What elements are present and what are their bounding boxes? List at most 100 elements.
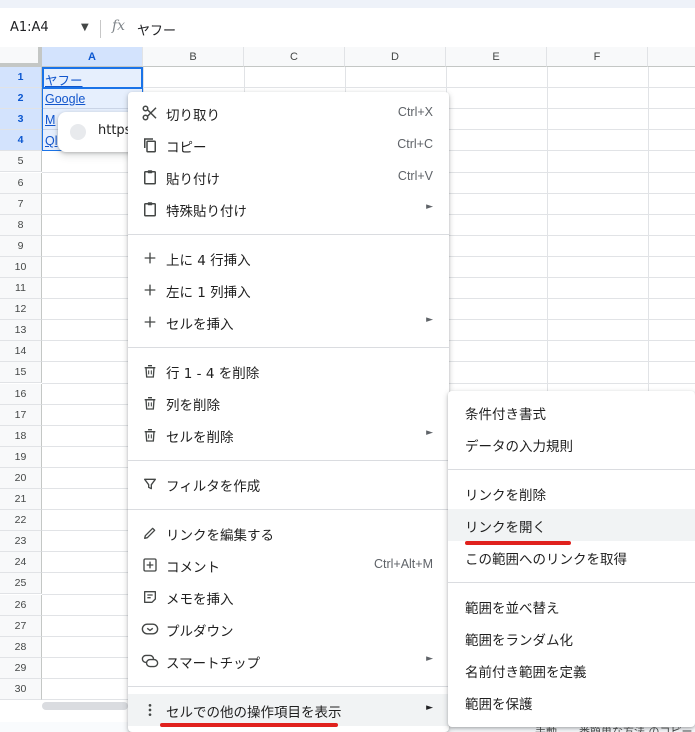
submenu-item-label: この範囲へのリンクを取得 [465, 552, 627, 568]
menu-item-insert-cells[interactable]: セルを挿入 ► [128, 306, 449, 338]
row-header-10[interactable]: 10 [0, 256, 42, 278]
formula-input[interactable]: ヤフー [137, 20, 176, 39]
horizontal-scrollbar[interactable] [42, 702, 128, 710]
cell-a2-link[interactable]: Google [45, 92, 85, 106]
menu-item-copy[interactable]: コピー Ctrl+C [128, 129, 449, 161]
select-all-corner[interactable] [0, 47, 42, 67]
row-header-17[interactable]: 17 [0, 404, 42, 426]
row-header-16[interactable]: 16 [0, 383, 42, 405]
row-header-3[interactable]: 3 [0, 109, 42, 131]
menu-item-comment[interactable]: コメント Ctrl+Alt+M [128, 549, 449, 581]
row-header-13[interactable]: 13 [0, 320, 42, 342]
column-header-f[interactable]: F [547, 47, 648, 67]
smart-chip-icon [140, 651, 160, 671]
menu-divider [128, 347, 449, 348]
menu-item-label: プルダウン [166, 624, 234, 640]
cell-a1-link[interactable]: ヤフー [45, 70, 83, 89]
row-header-5[interactable]: 5 [0, 151, 42, 173]
clipboard-icon [140, 199, 160, 219]
row-header-1[interactable]: 1 [0, 67, 42, 88]
menu-item-label: 列を削除 [166, 398, 220, 414]
menu-item-delete-rows[interactable]: 行 1 - 4 を削除 [128, 355, 449, 387]
filter-icon [140, 474, 160, 494]
menu-item-label: 切り取り [166, 108, 220, 124]
row-header-28[interactable]: 28 [0, 636, 42, 658]
column-header-c[interactable]: C [244, 47, 345, 67]
link-preview-chip[interactable]: https [58, 112, 138, 152]
row-header-24[interactable]: 24 [0, 552, 42, 574]
row-header-19[interactable]: 19 [0, 446, 42, 468]
note-icon [140, 587, 160, 607]
scissors-icon [140, 103, 160, 123]
submenu-item-label: 名前付き範囲を定義 [465, 665, 587, 681]
menu-item-delete-cells[interactable]: セルを削除 ► [128, 419, 449, 451]
name-box[interactable]: A1:A4 ▼ [0, 16, 100, 40]
column-header-g[interactable] [648, 47, 695, 67]
menu-item-delete-column[interactable]: 列を削除 [128, 387, 449, 419]
submenu-item-protect-range[interactable]: 範囲を保護 [448, 686, 695, 718]
row-header-23[interactable]: 23 [0, 531, 42, 553]
submenu-item-define-named-range[interactable]: 名前付き範囲を定義 [448, 654, 695, 686]
row-header-30[interactable]: 30 [0, 678, 42, 700]
row-header-9[interactable]: 9 [0, 235, 42, 257]
row-header-15[interactable]: 15 [0, 362, 42, 384]
menu-item-label: 貼り付け [166, 172, 220, 188]
menu-item-label: 上に 4 行挿入 [166, 253, 251, 269]
menu-item-more-cell-actions[interactable]: セルでの他の操作項目を表示 ► [128, 694, 449, 726]
menu-item-paste-special[interactable]: 特殊貼り付け ► [128, 193, 449, 225]
row-header-2[interactable]: 2 [0, 88, 42, 110]
row-header-18[interactable]: 18 [0, 425, 42, 447]
menu-item-dropdown[interactable]: プルダウン [128, 613, 449, 645]
row-header-20[interactable]: 20 [0, 467, 42, 489]
submenu-item-sort-range[interactable]: 範囲を並べ替え [448, 590, 695, 622]
submenu-item-remove-link[interactable]: リンクを削除 [448, 477, 695, 509]
name-box-value: A1:A4 [10, 20, 49, 35]
name-box-dropdown-icon[interactable]: ▼ [81, 16, 89, 40]
menu-item-edit-link[interactable]: リンクを編集する [128, 517, 449, 549]
row-header-27[interactable]: 27 [0, 615, 42, 637]
row-header-7[interactable]: 7 [0, 193, 42, 215]
menu-item-label: セルでの他の操作項目を表示 [166, 705, 342, 721]
column-header-d[interactable]: D [345, 47, 446, 67]
plus-icon [140, 280, 160, 300]
submenu-item-label: 範囲を保護 [465, 697, 533, 713]
submenu-item-open-links[interactable]: リンクを開く [448, 509, 695, 541]
row-header-8[interactable]: 8 [0, 214, 42, 236]
column-header-a[interactable]: A [42, 47, 143, 67]
menu-item-label: リンクを編集する [166, 528, 274, 544]
cell-a4-link[interactable]: Ql [45, 134, 58, 148]
column-header-e[interactable]: E [446, 47, 547, 67]
row-header-6[interactable]: 6 [0, 172, 42, 194]
column-header-b[interactable]: B [143, 47, 244, 67]
cell-a3-link[interactable]: M [45, 113, 55, 127]
submenu-item-conditional-formatting[interactable]: 条件付き書式 [448, 396, 695, 428]
menu-item-insert-column-left[interactable]: 左に 1 列挿入 [128, 274, 449, 306]
submenu-item-data-validation[interactable]: データの入力規則 [448, 428, 695, 460]
submenu-arrow-icon: ► [426, 428, 433, 438]
row-header-4[interactable]: 4 [0, 130, 42, 152]
menu-item-create-filter[interactable]: フィルタを作成 [128, 468, 449, 500]
submenu-item-randomize-range[interactable]: 範囲をランダム化 [448, 622, 695, 654]
menu-item-insert-note[interactable]: メモを挿入 [128, 581, 449, 613]
menu-item-cut[interactable]: 切り取り Ctrl+X [128, 97, 449, 129]
menu-item-insert-rows-above[interactable]: 上に 4 行挿入 [128, 242, 449, 274]
menu-item-label: フィルタを作成 [166, 479, 261, 495]
row-header-14[interactable]: 14 [0, 341, 42, 363]
row-header-12[interactable]: 12 [0, 299, 42, 321]
row-header-26[interactable]: 26 [0, 594, 42, 616]
row-header-25[interactable]: 25 [0, 573, 42, 595]
menu-divider [128, 460, 449, 461]
menu-item-smart-chips[interactable]: スマートチップ ► [128, 645, 449, 677]
row-header-29[interactable]: 29 [0, 657, 42, 679]
menu-divider [128, 509, 449, 510]
clipboard-icon [140, 167, 160, 187]
add-comment-icon [140, 555, 160, 575]
menu-item-paste[interactable]: 貼り付け Ctrl+V [128, 161, 449, 193]
annotation-underline-more-actions [160, 723, 338, 727]
submenu-arrow-icon: ► [426, 315, 433, 325]
row-header-21[interactable]: 21 [0, 489, 42, 510]
submenu-item-get-range-link[interactable]: この範囲へのリンクを取得 [448, 541, 695, 573]
plus-icon [140, 248, 160, 268]
row-header-11[interactable]: 11 [0, 278, 42, 299]
row-header-22[interactable]: 22 [0, 510, 42, 532]
